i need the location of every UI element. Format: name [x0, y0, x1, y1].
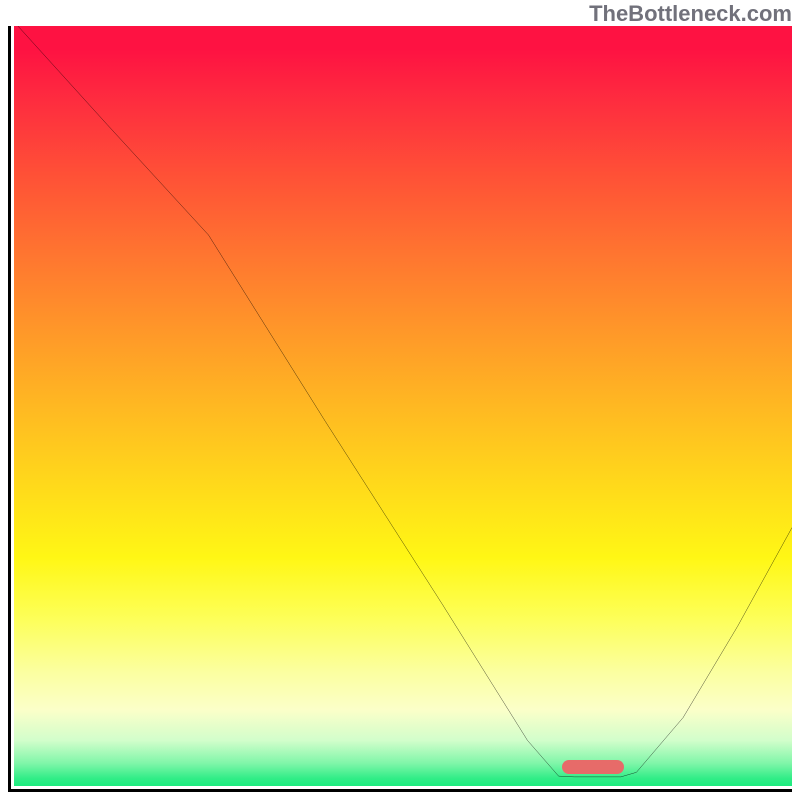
plot-area [8, 26, 792, 792]
watermark-text: TheBottleneck.com [589, 1, 792, 27]
chart-container: TheBottleneck.com [0, 0, 800, 800]
optimal-marker [562, 760, 624, 774]
bottleneck-curve [14, 26, 792, 786]
